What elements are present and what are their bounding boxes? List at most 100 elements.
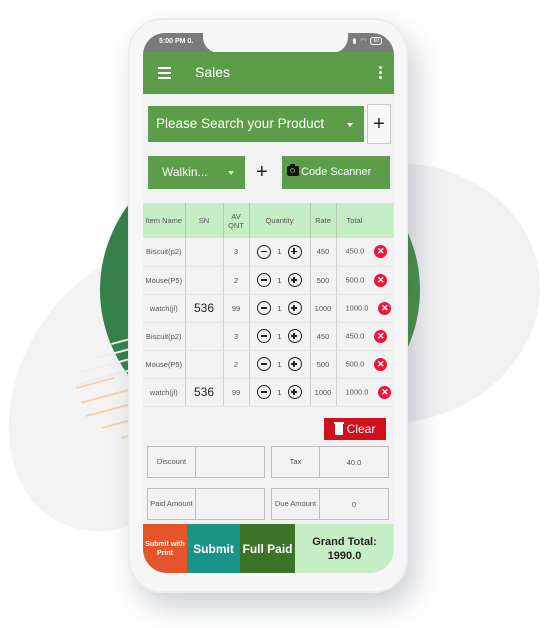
table-row: Biscuit(p2) 3 1 450 450.0 ✕ [143, 238, 394, 267]
remove-item-icon[interactable]: ✕ [374, 273, 388, 287]
bottom-action-bar: Submit with Print Submit Full Paid Grand… [143, 524, 394, 573]
add-customer-button[interactable]: + [256, 161, 268, 183]
sn-cell[interactable] [185, 322, 224, 351]
sn-value: 536 [193, 301, 215, 315]
plus-circle-icon[interactable] [287, 385, 302, 399]
remove-item-icon[interactable]: ✕ [374, 329, 388, 343]
rate: 1000 [310, 294, 337, 323]
item-name: Biscuit(p2) [143, 322, 186, 351]
table-row: Mouse(P5) 2 1 500 500.0 ✕ [143, 350, 394, 379]
table-row: watch(jl) 536 99 1 1000 1000.0 ✕ [143, 294, 394, 323]
total-value: 500.0 [345, 358, 365, 368]
plus-circle-icon[interactable] [287, 357, 302, 371]
total-value: 500.0 [345, 274, 365, 284]
sn-cell[interactable] [185, 238, 224, 267]
page-title: Sales [195, 64, 231, 80]
plus-circle-icon[interactable] [287, 273, 302, 287]
remove-item-icon[interactable]: ✕ [378, 301, 392, 315]
item-name: watch(jl) [143, 378, 186, 407]
due-amount-value: 0 [351, 499, 357, 509]
wifi-icon: ◠ [360, 38, 367, 45]
customer-dropdown[interactable]: Walkin... [148, 156, 245, 189]
quantity-stepper: 1 [249, 350, 311, 379]
minus-circle-icon[interactable] [257, 329, 272, 343]
minus-circle-icon[interactable] [257, 301, 272, 315]
quantity-stepper: 1 [249, 322, 311, 351]
minus-circle-icon[interactable] [257, 273, 272, 287]
item-name: Mouse(P5) [143, 350, 186, 379]
dropdown-arrow-icon [228, 171, 234, 175]
code-scanner-button[interactable]: Code Scanner [282, 156, 390, 189]
total-cell: 1000.0 ✕ [336, 378, 394, 407]
quantity-value: 1 [277, 359, 282, 369]
minus-circle-icon[interactable] [257, 385, 272, 399]
tax-field: Tax 40.0 [271, 446, 389, 478]
header-quantity: Quantity [249, 203, 311, 238]
clear-button[interactable]: Clear [324, 418, 386, 440]
remove-item-icon[interactable]: ✕ [374, 357, 388, 371]
rate: 500 [310, 350, 337, 379]
total-cell: 450.0 ✕ [336, 238, 394, 267]
remove-item-icon[interactable]: ✕ [374, 245, 388, 259]
discount-input[interactable] [196, 447, 264, 477]
quantity-value: 1 [277, 387, 282, 397]
sn-value: 536 [193, 385, 215, 399]
code-scanner-label: Code Scanner [301, 166, 372, 178]
items-table: Item Name SN AV QNT Quantity Rate Total … [143, 203, 394, 407]
clear-label: Clear [346, 422, 376, 436]
tax-label: Tax [272, 447, 320, 477]
total-value: 1000.0 [345, 302, 369, 312]
status-icons: ▮ ◠ 60 [352, 37, 382, 45]
signal-icon: ▮ [352, 38, 357, 45]
add-product-button[interactable]: + [367, 104, 391, 144]
phone-screen: 5:00 PM 0. ▮ ◠ 60 Sales Please Search yo… [143, 33, 394, 573]
rate: 450 [310, 322, 337, 351]
dropdown-arrow-icon [347, 123, 353, 127]
tax-input[interactable]: 40.0 [320, 447, 388, 477]
trash-icon [333, 422, 344, 435]
plus-circle-icon[interactable] [287, 329, 302, 343]
more-options-icon[interactable] [379, 66, 382, 81]
sn-cell[interactable] [185, 266, 224, 295]
grand-total: Grand Total: 1990.0 [295, 524, 394, 573]
paid-amount-label: Paid Amount [148, 489, 196, 519]
header-av-qnt: AV QNT [223, 203, 250, 238]
av-qnt: 99 [223, 294, 250, 323]
total-cell: 1000.0 ✕ [336, 294, 394, 323]
grand-total-value: 1990.0 [327, 549, 362, 562]
table-row: watch(jl) 536 99 1 1000 1000.0 ✕ [143, 378, 394, 407]
plus-circle-icon[interactable] [287, 244, 302, 259]
sn-cell[interactable]: 536 [185, 294, 224, 323]
header-sn: SN [185, 203, 224, 238]
submit-button[interactable]: Submit [187, 524, 240, 573]
product-search-dropdown[interactable]: Please Search your Product [148, 106, 364, 142]
total-cell: 500.0 ✕ [336, 266, 394, 295]
status-time: 5:00 PM 0. [159, 38, 194, 45]
quantity-value: 1 [277, 303, 282, 313]
av-qnt: 99 [223, 378, 250, 407]
header-item-name: Item Name [143, 203, 186, 238]
sn-cell[interactable]: 536 [185, 378, 224, 407]
submit-with-print-button[interactable]: Submit with Print [143, 524, 187, 573]
discount-label: Discount [148, 447, 196, 477]
app-bar: Sales [143, 52, 394, 94]
total-value: 450.0 [345, 330, 365, 340]
remove-item-icon[interactable]: ✕ [378, 385, 392, 399]
quantity-value: 1 [277, 247, 282, 257]
quantity-stepper: 1 [249, 238, 311, 267]
table-row: Biscuit(p2) 3 1 450 450.0 ✕ [143, 322, 394, 351]
item-name: watch(jl) [143, 294, 186, 323]
paid-amount-input[interactable] [196, 489, 264, 519]
av-qnt: 2 [223, 266, 250, 295]
full-paid-button[interactable]: Full Paid [240, 524, 295, 573]
av-qnt: 3 [223, 322, 250, 351]
plus-circle-icon[interactable] [287, 301, 302, 315]
rate: 500 [310, 266, 337, 295]
table-row: Mouse(P5) 2 1 500 500.0 ✕ [143, 266, 394, 295]
minus-circle-icon[interactable] [257, 357, 272, 371]
sn-cell[interactable] [185, 350, 224, 379]
product-search-placeholder: Please Search your Product [156, 116, 325, 131]
minus-circle-icon[interactable] [257, 244, 272, 259]
quantity-stepper: 1 [249, 266, 311, 295]
hamburger-menu-icon[interactable] [158, 67, 171, 82]
